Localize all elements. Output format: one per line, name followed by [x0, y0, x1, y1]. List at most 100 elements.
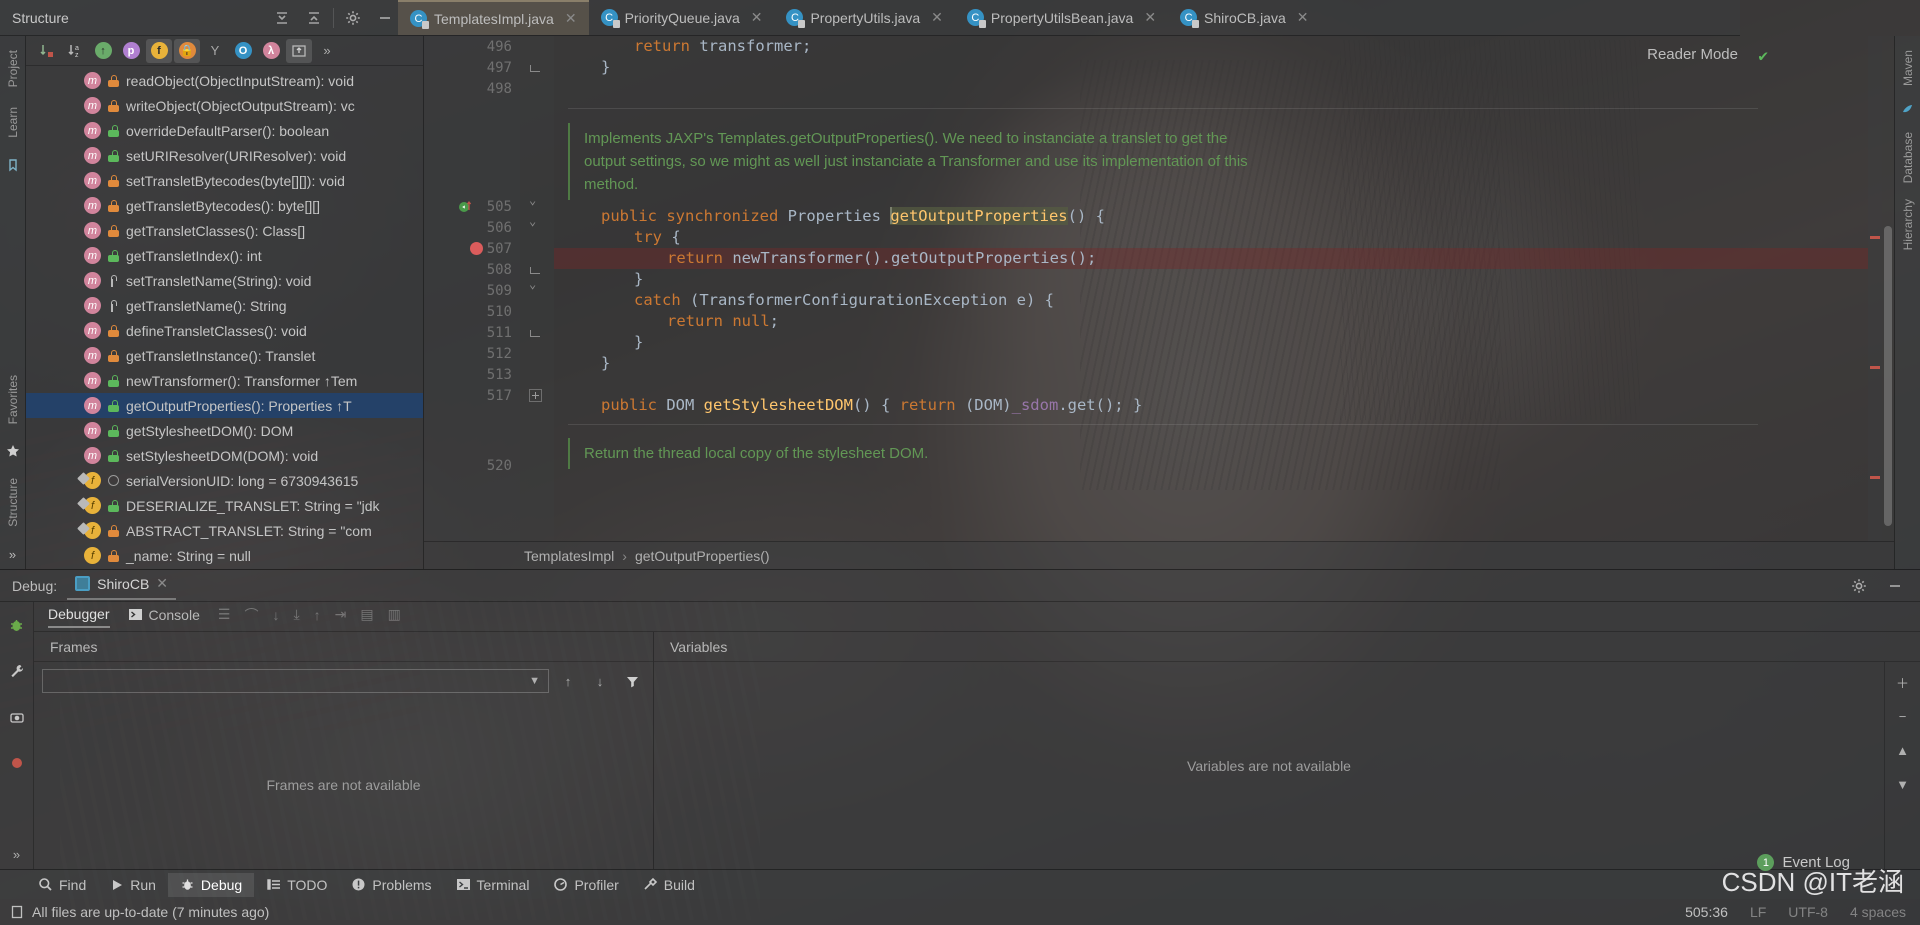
fold-region[interactable] [520, 343, 554, 364]
structure-tree-item[interactable]: m readObject(ObjectInputStream): void [26, 68, 423, 93]
frame-up-icon[interactable]: ↑ [555, 669, 581, 693]
bug-icon[interactable] [7, 615, 27, 635]
show-inherited-button[interactable]: ↑ [90, 39, 116, 63]
scroll-down-icon[interactable]: ▼ [1890, 772, 1916, 796]
fold-region[interactable] [520, 214, 554, 238]
sidebar-item-hierarchy[interactable]: Hierarchy [1898, 191, 1918, 258]
run-to-cursor-icon[interactable]: ⇥ [335, 606, 347, 623]
structure-tree-item[interactable]: m getTransletClasses(): Class[] [26, 218, 423, 243]
fold-region[interactable] [520, 193, 554, 217]
code-line[interactable]: public DOM getStylesheetDOM() { return (… [554, 395, 1868, 416]
structure-tree-item[interactable]: f _name: String = null [26, 543, 423, 568]
reader-mode-label[interactable]: Reader Mode [1647, 46, 1738, 63]
close-icon[interactable]: ✕ [931, 9, 943, 26]
sort-alphabetically-button[interactable]: az [62, 39, 88, 63]
editor-scrollbar[interactable] [1882, 36, 1894, 541]
show-non-public-button[interactable]: 🔒 [174, 38, 200, 63]
code-line[interactable] [554, 78, 1868, 99]
tab-debugger[interactable]: Debugger [48, 606, 110, 628]
caret-position[interactable]: 505:36 [1685, 904, 1728, 920]
code-area[interactable]: Reader Mode ✔ return transformer;} Implem… [554, 36, 1868, 541]
tool-button-build[interactable]: Build [631, 873, 707, 897]
gear-icon[interactable] [1846, 573, 1872, 599]
fold-arrow-icon[interactable] [529, 277, 542, 297]
force-step-into-icon[interactable]: ⤓ [293, 606, 299, 623]
sidebar-item-project[interactable]: Project [3, 42, 23, 95]
editor-body[interactable]: 496 497 498 505 506 507 508 509 510 511 512 513 517 5… [424, 36, 1894, 541]
maven-icon[interactable] [1898, 99, 1918, 119]
remove-watch-icon[interactable]: − [1890, 704, 1916, 728]
line-number[interactable]: 505 [424, 196, 520, 217]
wrench-icon[interactable] [7, 661, 27, 681]
close-icon[interactable]: ✕ [156, 575, 168, 592]
show-lambdas-button[interactable]: λ [258, 39, 284, 63]
close-icon[interactable]: ✕ [1144, 9, 1156, 26]
more-options-button[interactable]: » [314, 39, 340, 63]
structure-tree-item[interactable]: m getTransletIndex(): int [26, 243, 423, 268]
structure-tree-item[interactable]: m setTransletBytecodes(byte[][]): void [26, 168, 423, 193]
line-number[interactable]: 509 [424, 280, 520, 301]
tool-button-run[interactable]: Run [98, 873, 168, 897]
code-line[interactable] [554, 374, 1868, 395]
star-icon[interactable] [3, 441, 23, 461]
line-number[interactable]: 512 [424, 343, 520, 364]
frame-down-icon[interactable]: ↓ [587, 669, 613, 693]
tool-button-debug[interactable]: Debug [167, 872, 255, 897]
code-line[interactable]: return null; [554, 311, 1868, 332]
show-fields-button[interactable]: f [146, 38, 172, 63]
editor-tab-propertyutilsbean[interactable]: C PropertyUtilsBean.java ✕ [955, 0, 1168, 35]
editor-tab-shirocb[interactable]: C ShiroCB.java ✕ [1168, 0, 1320, 35]
step-into-icon[interactable]: ↓ [272, 607, 279, 623]
sidebar-item-maven[interactable]: Maven [1898, 42, 1918, 94]
tab-console[interactable]: Console [128, 607, 200, 627]
editor-gutter[interactable]: 496 497 498 505 506 507 508 509 510 511 512 513 517 5… [424, 36, 520, 541]
fold-region[interactable] [520, 277, 554, 301]
line-number[interactable]: 496 [424, 36, 520, 57]
breadcrumb-method[interactable]: getOutputProperties() [635, 548, 770, 564]
tool-button-profiler[interactable]: Profiler [541, 873, 630, 897]
show-execution-point-icon[interactable]: ☰ [218, 606, 231, 623]
structure-tree-item[interactable]: m getOutputProperties(): Properties ↑T [26, 393, 423, 418]
collapse-all-icon[interactable] [301, 5, 327, 31]
bookmark-icon[interactable] [3, 155, 23, 175]
add-watch-icon[interactable]: ＋ [1890, 670, 1916, 694]
editor-tab-templatesimpl[interactable]: C TemplatesImpl.java ✕ [398, 0, 589, 35]
line-number[interactable]: 497 [424, 57, 520, 78]
code-line[interactable]: return newTransformer().getOutputPropert… [554, 248, 1868, 269]
line-number[interactable]: 520 [424, 455, 520, 476]
minimize-icon[interactable] [1882, 573, 1908, 599]
more-icon[interactable]: » [7, 844, 27, 864]
evaluate-expression-icon[interactable]: ▤ [360, 606, 373, 623]
fold-region[interactable] [520, 385, 554, 406]
structure-tree-item[interactable]: f DESERIALIZE_TRANSLET: String = "jdk [26, 493, 423, 518]
expand-all-button[interactable] [286, 38, 312, 63]
code-line[interactable]: } [554, 269, 1868, 290]
fold-region[interactable] [520, 364, 554, 385]
camera-icon[interactable] [7, 707, 27, 727]
line-number[interactable]: 507 [424, 238, 520, 259]
fold-arrow-icon[interactable] [529, 193, 542, 213]
structure-tree-item[interactable]: m setStylesheetDOM(DOM): void [26, 443, 423, 468]
structure-tree-item[interactable]: m newTransformer(): Transformer ↑Tem [26, 368, 423, 393]
tool-button-terminal[interactable]: Terminal [444, 873, 542, 897]
fold-region[interactable] [520, 322, 554, 343]
debug-step-controls[interactable]: ☰ ⌒ ↓ ⤓ ↑ ⇥ ▤ ▥ [218, 605, 401, 629]
breadcrumb[interactable]: TemplatesImpl › getOutputProperties() [424, 541, 1894, 569]
structure-tree-item[interactable]: f ABSTRACT_TRANSLET: String = "com [26, 518, 423, 543]
code-line[interactable]: catch (TransformerConfigurationException… [554, 290, 1868, 311]
breadcrumb-class[interactable]: TemplatesImpl [524, 548, 614, 564]
structure-tree-item[interactable]: m setURIResolver(URIResolver): void [26, 143, 423, 168]
tool-button-todo[interactable]: TODO [254, 873, 339, 897]
editor-tab-priorityqueue[interactable]: C PriorityQueue.java ✕ [589, 0, 775, 35]
inspection-ok-icon[interactable]: ✔ [1758, 46, 1768, 65]
step-out-icon[interactable]: ↑ [314, 607, 321, 623]
show-objects-button[interactable]: O [230, 39, 256, 63]
code-line[interactable]: public synchronized Properties getOutput… [554, 206, 1868, 227]
structure-tree-item[interactable]: m getTransletName(): String [26, 293, 423, 318]
fold-region[interactable] [520, 455, 554, 476]
fold-end-icon[interactable] [529, 263, 542, 276]
sidebar-item-structure[interactable]: Structure [3, 470, 23, 535]
line-number[interactable]: 498 [424, 78, 520, 99]
fold-region[interactable] [520, 78, 554, 99]
record-icon[interactable] [7, 753, 27, 773]
